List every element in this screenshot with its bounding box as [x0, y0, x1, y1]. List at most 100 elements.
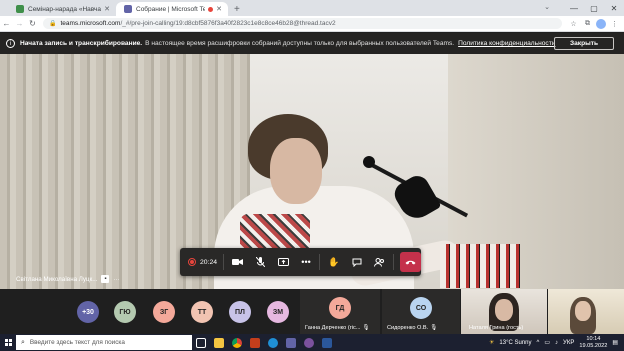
lectern-embroidered-cloth — [440, 244, 520, 288]
toolbar-right: ☆ ⧉ ⋮ — [568, 18, 620, 29]
divider — [393, 254, 394, 270]
network-icon[interactable]: ▭ — [544, 339, 550, 346]
notification-icon[interactable]: ▤ — [612, 339, 618, 346]
hang-up-button[interactable] — [400, 252, 421, 272]
banner-title: Начата запись и транскрибирование. — [20, 40, 143, 47]
task-view-icon[interactable] — [192, 334, 210, 351]
participant-avatar[interactable]: ТТ — [191, 301, 213, 323]
participant-avatar[interactable]: ЗГ — [153, 301, 175, 323]
clock-time: 10:14 — [586, 335, 601, 342]
weather-icon: ☀ — [489, 340, 495, 346]
extensions-icon[interactable]: ⧉ — [582, 20, 593, 28]
tab-close-icon[interactable]: ✕ — [104, 5, 110, 13]
participant-video-face — [495, 299, 513, 321]
info-icon: i — [6, 39, 15, 48]
participant-video-tile[interactable]: Наталя Грина (гость) — [461, 289, 547, 334]
participant-avatar[interactable]: ГЮ — [114, 301, 136, 323]
privacy-policy-link[interactable]: Политика конфиденциальности — [458, 40, 555, 47]
teams-favicon-icon — [124, 5, 132, 13]
banner-close-button[interactable]: Закрыть — [554, 37, 614, 50]
more-participants-badge[interactable]: +30 — [77, 301, 99, 323]
participant-tile-name: Ганна Дерченко (гіс... 🎙 — [305, 325, 370, 331]
new-tab-button[interactable]: + — [234, 4, 240, 15]
more-options-icon[interactable]: ··· — [113, 276, 119, 283]
edge-icon[interactable] — [264, 334, 282, 351]
url-path: /_#/pre-join-calling/19:d8cbf5876f3a40f2… — [120, 20, 336, 27]
powerpoint-icon[interactable] — [246, 334, 264, 351]
url-field[interactable]: 🔒 teams.microsoft.com/_#/pre-join-callin… — [43, 18, 562, 29]
participants-icon[interactable] — [368, 248, 391, 276]
participant-tile[interactable]: ГД Ганна Дерченко (гіс... 🎙 — [300, 289, 380, 334]
microphone-head — [363, 156, 375, 168]
browser-tab-seminar[interactable]: Семінар-нарада «Навчання уч ✕ — [8, 2, 116, 16]
participant-name-text: Ганна Дерченко (гіс... — [305, 325, 361, 331]
tab-title: Семінар-нарада «Навчання уч — [28, 5, 101, 13]
system-tray: ☀ 13°C Sunny ^ ▭ ♪ УКР 10:14 19.05.2022 … — [489, 334, 624, 351]
menu-dots-icon[interactable]: ⋮ — [609, 20, 620, 28]
profile-avatar[interactable] — [596, 18, 606, 29]
reload-icon[interactable]: ↻ — [26, 19, 39, 28]
back-icon[interactable]: ← — [0, 19, 13, 28]
tab-search-icon[interactable]: ⌄ — [544, 3, 550, 11]
participant-avatar: ГД — [329, 297, 351, 319]
seminar-favicon-icon — [16, 5, 24, 13]
search-icon: ⌕ — [21, 338, 25, 346]
chat-icon[interactable] — [345, 248, 368, 276]
camera-toggle-icon[interactable] — [226, 248, 249, 276]
taskbar-search-box[interactable]: ⌕ Введите здесь текст для поиска — [16, 335, 192, 350]
raise-hand-icon[interactable]: ✋ — [322, 248, 345, 276]
volume-icon[interactable]: ♪ — [555, 340, 558, 346]
banner-text: В настоящее время расшифровки собраний д… — [145, 40, 455, 47]
language-indicator[interactable]: УКР — [563, 340, 574, 346]
lock-icon: 🔒 — [49, 21, 57, 27]
address-bar: ← → ↻ 🔒 teams.microsoft.com/_#/pre-join-… — [0, 16, 624, 32]
minimize-icon[interactable]: — — [564, 4, 584, 13]
participant-video-tile[interactable] — [548, 289, 624, 334]
participant-video-name: Наталя Грина (гость) — [469, 325, 524, 331]
participant-avatar: СО — [410, 297, 432, 319]
windows-logo-icon — [4, 339, 12, 346]
mic-muted-icon[interactable] — [249, 248, 272, 276]
teams-icon[interactable] — [282, 334, 300, 351]
stage-participant-name-text: Світлана Миколаївна Луцк... — [16, 275, 98, 283]
browser-tab-teams[interactable]: Собрание | Microsoft Teams ✕ — [116, 2, 228, 16]
divider — [223, 254, 224, 270]
start-button[interactable] — [0, 334, 16, 351]
participant-avatar[interactable]: ЗМ — [267, 301, 289, 323]
windows-taskbar: ⌕ Введите здесь текст для поиска ☀ 13°C … — [0, 334, 624, 351]
participant-tile[interactable]: СО Сидоренко О.В. 🎙 — [382, 289, 460, 334]
file-explorer-icon[interactable] — [210, 334, 228, 351]
window-close-icon[interactable]: ✕ — [604, 4, 624, 13]
maximize-icon[interactable]: ▢ — [584, 4, 604, 13]
clock-date: 19.05.2022 — [579, 342, 608, 349]
share-screen-icon[interactable] — [272, 248, 295, 276]
word-icon[interactable] — [318, 334, 336, 351]
participant-avatar[interactable]: ПЛ — [229, 301, 251, 323]
clock[interactable]: 10:14 19.05.2022 — [579, 336, 607, 350]
participant-name-text: Сидоренко О.В. — [387, 325, 429, 331]
weather-text[interactable]: 13°C Sunny — [499, 340, 531, 346]
meeting-control-bar: 20:24 ••• ✋ — [180, 248, 421, 276]
mic-muted-icon: 🎙 — [362, 325, 370, 331]
participant-tile-name: Сидоренко О.В. 🎙 — [387, 325, 437, 331]
recording-indicator-icon — [208, 6, 214, 12]
browser-tab-strip: Семінар-нарада «Навчання уч ✕ Собрание |… — [0, 0, 624, 16]
forward-icon[interactable]: → — [13, 19, 26, 28]
participant-strip: +30 ГЮ ЗГ ТТ ПЛ ЗМ ГД Ганна Дерченко (гі… — [0, 289, 624, 334]
tray-chevron-icon[interactable]: ^ — [537, 340, 540, 346]
meeting-timer: 20:24 — [180, 248, 221, 276]
divider — [319, 254, 321, 270]
more-actions-icon[interactable]: ••• — [295, 248, 318, 276]
recording-icon — [188, 258, 196, 266]
chrome-icon[interactable] — [228, 334, 246, 351]
tab-close-icon[interactable]: ✕ — [216, 5, 222, 13]
speaker-face — [270, 138, 322, 204]
tab-title: Собрание | Microsoft Teams — [136, 5, 206, 13]
mic-muted-icon: 🎙 — [430, 325, 438, 331]
participant-video-face — [575, 301, 591, 321]
viber-icon[interactable] — [300, 334, 318, 351]
recording-banner: i Начата запись и транскрибирование. В н… — [0, 33, 624, 54]
stage-participant-name: Світлана Миколаївна Луцк... ▪ ··· — [16, 275, 120, 283]
bookmark-star-icon[interactable]: ☆ — [568, 20, 579, 28]
search-placeholder: Введите здесь текст для поиска — [29, 339, 125, 346]
